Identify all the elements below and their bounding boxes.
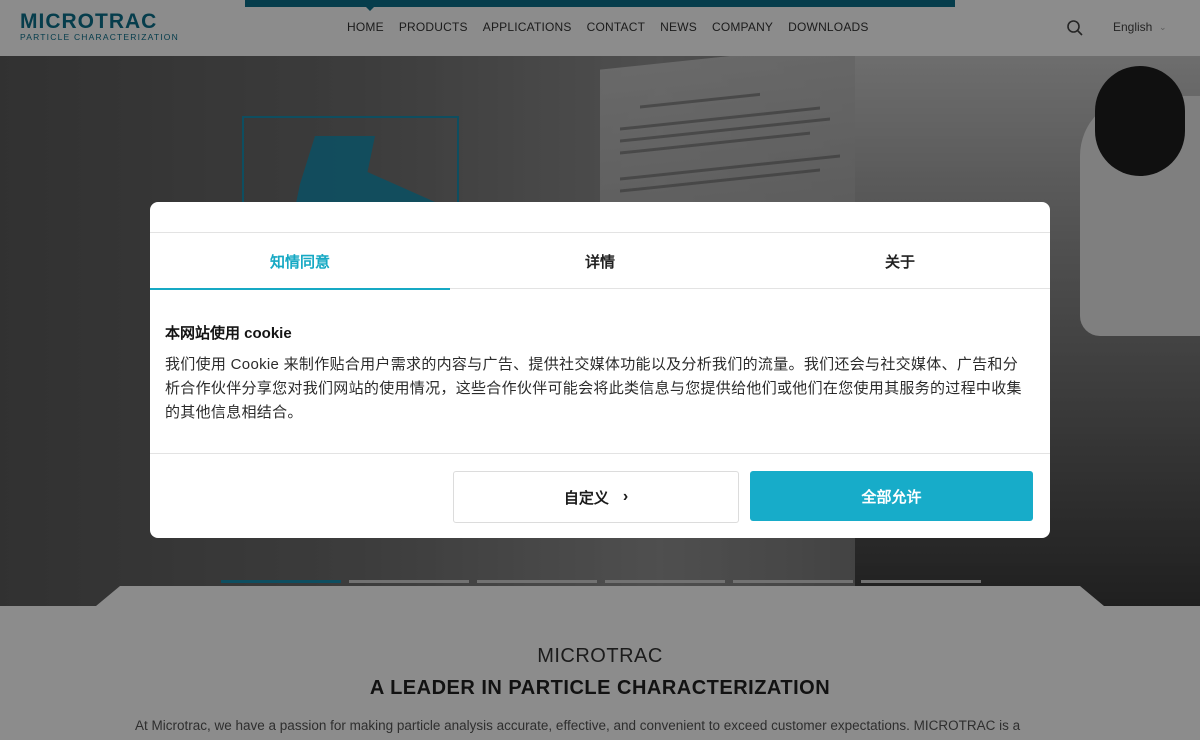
allow-all-button[interactable]: 全部允许 [750, 471, 1033, 521]
customize-button[interactable]: 自定义 › [453, 471, 739, 523]
cookie-message: 本网站使用 cookie 我们使用 Cookie 来制作贴合用户需求的内容与广告… [165, 322, 1035, 425]
chevron-right-icon: › [622, 488, 629, 505]
customize-button-label: 自定义 [563, 489, 609, 507]
allow-all-button-label: 全部允许 [861, 488, 922, 506]
tab-about[interactable]: 关于 [750, 233, 1050, 289]
cookie-tabs: 知情同意 详情 关于 [150, 232, 1050, 290]
cookie-consent-dialog: 知情同意 详情 关于 本网站使用 cookie 我们使用 Cookie 来制作贴… [150, 202, 1050, 538]
cookie-actions: 自定义 › 全部允许 [150, 453, 1050, 538]
tab-consent[interactable]: 知情同意 [150, 233, 450, 290]
cookie-heading: 本网站使用 cookie [165, 325, 292, 342]
cookie-body-line-1: 我们使用 Cookie 来制作贴合用户需求的内容与广告、提供社交媒体功能以及分析… [165, 356, 1019, 373]
tab-details[interactable]: 详情 [450, 233, 750, 289]
cookie-body-line-3: 的其他信息相结合。 [165, 404, 303, 421]
cookie-body-line-2: 析合作伙伴分享您对我们网站的使用情况，这些合作伙伴可能会将此类信息与您提供给他们… [165, 380, 1022, 397]
